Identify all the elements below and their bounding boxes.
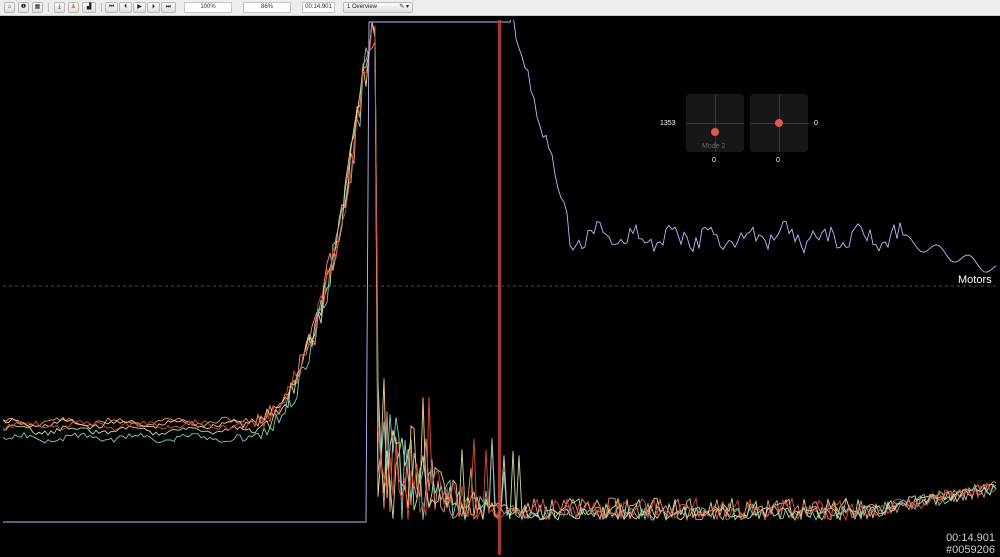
skip-start-icon: ⏮	[108, 4, 115, 10]
download-icon: ⤓	[58, 4, 61, 10]
motors-label: Motors	[958, 274, 992, 286]
step-forward-icon: ⏵	[151, 4, 155, 10]
person-icon: ♟	[70, 4, 77, 10]
download-button[interactable]: ⤓	[54, 2, 65, 13]
right-stick-dot	[775, 119, 783, 127]
right-stick-y-value: 0	[776, 157, 780, 164]
home-icon: ⌂	[7, 4, 12, 10]
toolbar: ⌂ ❶ ▦ ⤓ ♟ ▟ ⏮ ⏴ ▶ ⏵ ⏭ 100% 86% 00:14.901…	[0, 0, 1000, 16]
smoothing-value: 86%	[260, 4, 273, 10]
skip-end-icon: ⏭	[165, 4, 172, 10]
current-time: 00:14.901	[946, 532, 995, 544]
view-select-label: 1 Overview	[347, 4, 378, 10]
step-back-icon: ⏴	[123, 4, 127, 10]
info-icon: ❶	[20, 4, 27, 10]
left-stick-box: Mode 2	[686, 94, 744, 152]
mode-label: Mode 2	[702, 143, 726, 150]
playback-cursor[interactable]	[498, 20, 501, 555]
person-button[interactable]: ♟	[68, 2, 79, 13]
left-stick-y-value: 0	[712, 157, 716, 164]
calculator-icon: ▦	[34, 4, 41, 10]
smoothing-field[interactable]: 86%	[243, 2, 291, 13]
left-stick-x-value: 1353	[660, 120, 676, 127]
toolbar-separator	[48, 3, 49, 12]
right-stick-x-value: 0	[814, 120, 818, 127]
toolbar-separator	[101, 3, 102, 12]
play-button[interactable]: ▶	[133, 2, 146, 13]
zoom-value: 100%	[200, 4, 216, 10]
zoom-field[interactable]: 100%	[184, 2, 232, 13]
skip-end-button[interactable]: ⏭	[161, 2, 176, 13]
home-button[interactable]: ⌂	[4, 2, 15, 13]
time-field[interactable]: 00:14.901	[302, 2, 335, 13]
motors-graph[interactable]	[3, 20, 997, 555]
step-back-button[interactable]: ⏴	[119, 2, 132, 13]
play-icon: ▶	[137, 4, 142, 10]
edit-dropdown-icon[interactable]: ✎ ▾	[399, 3, 409, 12]
right-stick-box	[750, 94, 808, 152]
chart-button[interactable]: ▟	[82, 2, 96, 13]
frame-number: #0059206	[946, 544, 995, 556]
step-forward-button[interactable]: ⏵	[147, 2, 160, 13]
info-button[interactable]: ❶	[18, 2, 29, 13]
time-value: 00:14.901	[305, 4, 332, 10]
view-select[interactable]: 1 Overview ✎ ▾	[343, 2, 413, 13]
skip-start-button[interactable]: ⏮	[105, 2, 118, 13]
time-readout: 00:14.901 #0059206	[946, 532, 995, 556]
calculator-button[interactable]: ▦	[32, 2, 43, 13]
bar-chart-icon: ▟	[86, 4, 92, 10]
left-stick-dot	[711, 128, 719, 136]
